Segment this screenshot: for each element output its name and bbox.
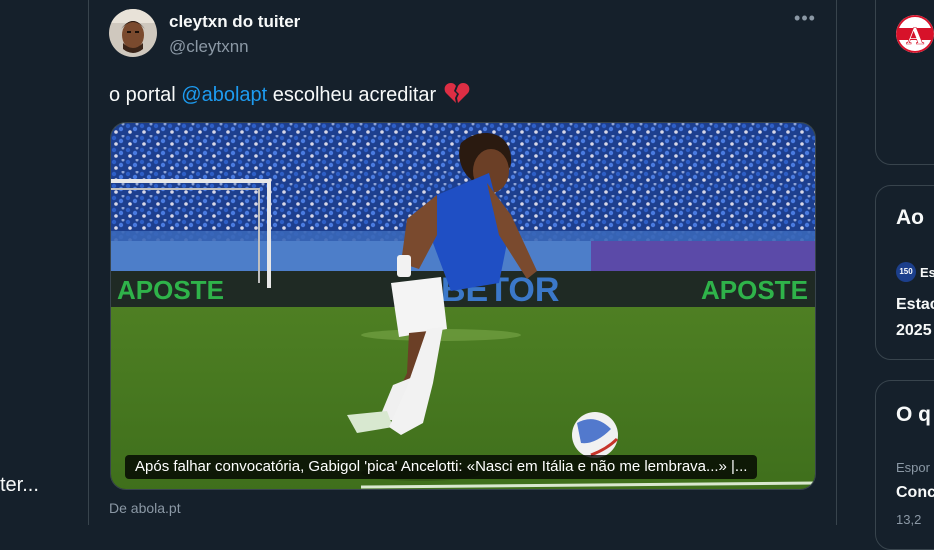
left-column: ter... bbox=[0, 0, 88, 525]
sidebar-box-2[interactable]: Ao 150 Es Estac 2025 bbox=[875, 185, 934, 360]
broken-heart-icon bbox=[444, 82, 470, 110]
sidebar-box-1[interactable]: A bbox=[875, 0, 934, 165]
card-source[interactable]: De abola.pt bbox=[109, 500, 181, 516]
tweet-text: o portal @abolapt escolheu acreditar bbox=[109, 82, 470, 110]
box2-title: Ao bbox=[896, 206, 924, 229]
card-image: APOSTE BETOR APOSTE bbox=[111, 123, 815, 489]
box3-title: O q bbox=[896, 403, 931, 426]
left-truncated-text[interactable]: ter... bbox=[0, 474, 39, 497]
tweet-text-start: o portal bbox=[109, 84, 182, 106]
badge-icon: 150 bbox=[896, 262, 916, 282]
board-text-1: APOSTE bbox=[117, 275, 224, 305]
board-text-3: APOSTE bbox=[701, 275, 808, 305]
box3-category: Espor bbox=[896, 460, 930, 475]
card-caption: Após falhar convocatória, Gabigol 'pica'… bbox=[125, 455, 758, 479]
tweet[interactable]: cleytxn do tuiter @cleytxnn ••• o portal… bbox=[89, 0, 836, 525]
box2-line1[interactable]: Estac bbox=[896, 296, 934, 314]
display-name[interactable]: cleytxn do tuiter bbox=[169, 12, 300, 32]
tweet-text-end: escolheu acreditar bbox=[267, 84, 442, 106]
mention-link[interactable]: @abolapt bbox=[181, 84, 267, 106]
avatar[interactable] bbox=[109, 9, 157, 57]
more-horizontal-icon[interactable]: ••• bbox=[793, 9, 817, 30]
user-handle[interactable]: @cleytxnn bbox=[169, 37, 249, 57]
box3-headline[interactable]: Conc bbox=[896, 484, 934, 502]
box2-source: Es bbox=[920, 265, 934, 280]
box2-line2[interactable]: 2025 bbox=[896, 322, 932, 340]
logo-letter: A bbox=[905, 24, 924, 50]
right-sidebar: A Ao 150 Es Estac 2025 O q Espor Conc 13… bbox=[837, 0, 934, 550]
abola-logo[interactable]: A bbox=[896, 15, 934, 53]
link-card[interactable]: APOSTE BETOR APOSTE Após falhar convocat… bbox=[110, 122, 816, 490]
badge-label: 150 bbox=[899, 267, 913, 276]
avatar-image bbox=[109, 9, 157, 57]
